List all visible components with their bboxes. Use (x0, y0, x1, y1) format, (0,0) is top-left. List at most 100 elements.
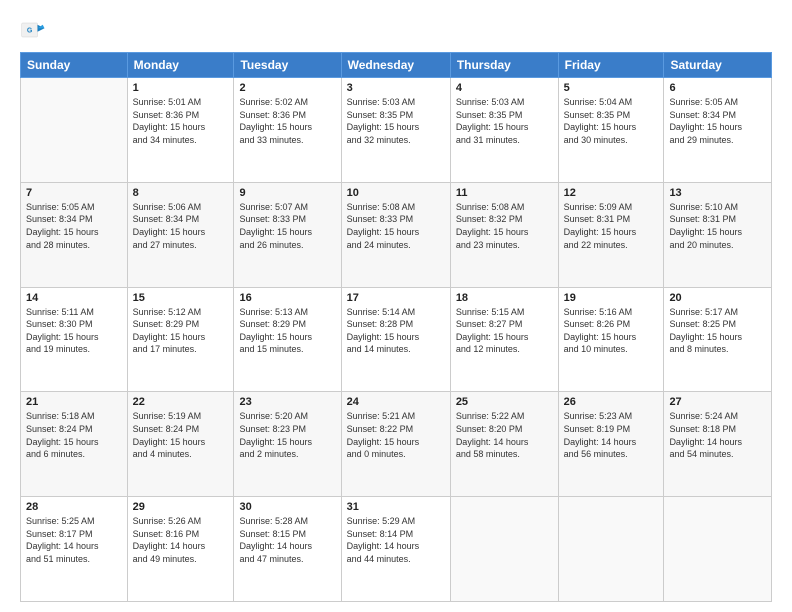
day-cell: 26Sunrise: 5:23 AMSunset: 8:19 PMDayligh… (558, 392, 664, 497)
weekday-header-tuesday: Tuesday (234, 53, 341, 78)
day-info: Sunrise: 5:25 AMSunset: 8:17 PMDaylight:… (26, 515, 122, 565)
day-number: 4 (456, 82, 553, 94)
day-number: 2 (239, 82, 335, 94)
day-info: Sunrise: 5:15 AMSunset: 8:27 PMDaylight:… (456, 306, 553, 356)
day-info: Sunrise: 5:07 AMSunset: 8:33 PMDaylight:… (239, 201, 335, 251)
weekday-header-saturday: Saturday (664, 53, 772, 78)
day-cell: 11 Sunrise: 5:08 AMSunset: 8:32 PMDayligh… (450, 182, 558, 287)
day-info: Sunrise: 5:05 AMSunset: 8:34 PMDaylight:… (26, 201, 122, 251)
weekday-header-monday: Monday (127, 53, 234, 78)
day-cell: 15Sunrise: 5:12 AMSunset: 8:29 PMDayligh… (127, 287, 234, 392)
day-cell: 25Sunrise: 5:22 AMSunset: 8:20 PMDayligh… (450, 392, 558, 497)
day-number: 1 (133, 82, 229, 94)
day-info: Sunrise: 5:08 AMSunset: 8:33 PMDaylight:… (347, 201, 445, 251)
day-cell: 6 Sunrise: 5:05 AMSunset: 8:34 PMDaylight… (664, 78, 772, 183)
day-cell: 24 Sunrise: 5:21 AMSunset: 8:22 PMDayligh… (341, 392, 450, 497)
calendar-header: SundayMondayTuesdayWednesdayThursdayFrid… (21, 53, 772, 78)
week-row-3: 14 Sunrise: 5:11 AMSunset: 8:30 PMDayligh… (21, 287, 772, 392)
day-cell: 16 Sunrise: 5:13 AMSunset: 8:29 PMDayligh… (234, 287, 341, 392)
day-cell: 28 Sunrise: 5:25 AMSunset: 8:17 PMDayligh… (21, 497, 128, 602)
day-number: 14 (26, 292, 122, 304)
day-cell (664, 497, 772, 602)
day-cell: 23Sunrise: 5:20 AMSunset: 8:23 PMDayligh… (234, 392, 341, 497)
day-cell (21, 78, 128, 183)
day-info: Sunrise: 5:18 AMSunset: 8:24 PMDaylight:… (26, 410, 122, 460)
week-row-1: 1 Sunrise: 5:01 AMSunset: 8:36 PMDaylight… (21, 78, 772, 183)
day-cell (558, 497, 664, 602)
day-cell (450, 497, 558, 602)
day-cell: 10 Sunrise: 5:08 AMSunset: 8:33 PMDayligh… (341, 182, 450, 287)
day-info: Sunrise: 5:17 AMSunset: 8:25 PMDaylight:… (669, 306, 766, 356)
day-cell: 20 Sunrise: 5:17 AMSunset: 8:25 PMDayligh… (664, 287, 772, 392)
day-cell: 8Sunrise: 5:06 AMSunset: 8:34 PMDaylight… (127, 182, 234, 287)
day-info: Sunrise: 5:26 AMSunset: 8:16 PMDaylight:… (133, 515, 229, 565)
day-number: 10 (347, 187, 445, 199)
day-number: 21 (26, 396, 122, 408)
day-number: 12 (564, 187, 659, 199)
day-info: Sunrise: 5:12 AMSunset: 8:29 PMDaylight:… (133, 306, 229, 356)
day-number: 11 (456, 187, 553, 199)
weekday-header-friday: Friday (558, 53, 664, 78)
day-number: 16 (239, 292, 335, 304)
day-number: 17 (347, 292, 445, 304)
weekday-header-wednesday: Wednesday (341, 53, 450, 78)
day-cell: 21 Sunrise: 5:18 AMSunset: 8:24 PMDayligh… (21, 392, 128, 497)
day-number: 30 (239, 501, 335, 513)
day-cell: 12 Sunrise: 5:09 AMSunset: 8:31 PMDayligh… (558, 182, 664, 287)
day-info: Sunrise: 5:01 AMSunset: 8:36 PMDaylight:… (133, 96, 229, 146)
day-number: 6 (669, 82, 766, 94)
day-info: Sunrise: 5:11 AMSunset: 8:30 PMDaylight:… (26, 306, 122, 356)
day-info: Sunrise: 5:19 AMSunset: 8:24 PMDaylight:… (133, 410, 229, 460)
day-number: 13 (669, 187, 766, 199)
week-row-5: 28 Sunrise: 5:25 AMSunset: 8:17 PMDayligh… (21, 497, 772, 602)
day-number: 19 (564, 292, 659, 304)
day-info: Sunrise: 5:04 AMSunset: 8:35 PMDaylight:… (564, 96, 659, 146)
day-number: 29 (133, 501, 229, 513)
day-cell: 3 Sunrise: 5:03 AMSunset: 8:35 PMDaylight… (341, 78, 450, 183)
day-number: 24 (347, 396, 445, 408)
week-row-2: 7 Sunrise: 5:05 AMSunset: 8:34 PMDaylight… (21, 182, 772, 287)
weekday-row: SundayMondayTuesdayWednesdayThursdayFrid… (21, 53, 772, 78)
day-cell: 9 Sunrise: 5:07 AMSunset: 8:33 PMDaylight… (234, 182, 341, 287)
day-info: Sunrise: 5:03 AMSunset: 8:35 PMDaylight:… (347, 96, 445, 146)
weekday-header-thursday: Thursday (450, 53, 558, 78)
week-row-4: 21 Sunrise: 5:18 AMSunset: 8:24 PMDayligh… (21, 392, 772, 497)
day-info: Sunrise: 5:13 AMSunset: 8:29 PMDaylight:… (239, 306, 335, 356)
day-info: Sunrise: 5:21 AMSunset: 8:22 PMDaylight:… (347, 410, 445, 460)
day-info: Sunrise: 5:09 AMSunset: 8:31 PMDaylight:… (564, 201, 659, 251)
day-number: 20 (669, 292, 766, 304)
day-cell: 17Sunrise: 5:14 AMSunset: 8:28 PMDayligh… (341, 287, 450, 392)
day-info: Sunrise: 5:10 AMSunset: 8:31 PMDaylight:… (669, 201, 766, 251)
day-cell: 19Sunrise: 5:16 AMSunset: 8:26 PMDayligh… (558, 287, 664, 392)
day-number: 9 (239, 187, 335, 199)
day-info: Sunrise: 5:05 AMSunset: 8:34 PMDaylight:… (669, 96, 766, 146)
day-number: 23 (239, 396, 335, 408)
day-cell: 29 Sunrise: 5:26 AMSunset: 8:16 PMDayligh… (127, 497, 234, 602)
header: G (20, 16, 772, 44)
day-cell: 7 Sunrise: 5:05 AMSunset: 8:34 PMDaylight… (21, 182, 128, 287)
day-cell: 13 Sunrise: 5:10 AMSunset: 8:31 PMDayligh… (664, 182, 772, 287)
day-number: 3 (347, 82, 445, 94)
day-info: Sunrise: 5:22 AMSunset: 8:20 PMDaylight:… (456, 410, 553, 460)
day-info: Sunrise: 5:08 AMSunset: 8:32 PMDaylight:… (456, 201, 553, 251)
day-cell: 1 Sunrise: 5:01 AMSunset: 8:36 PMDaylight… (127, 78, 234, 183)
logo: G (20, 16, 52, 44)
day-number: 5 (564, 82, 659, 94)
calendar-table: SundayMondayTuesdayWednesdayThursdayFrid… (20, 52, 772, 602)
day-cell: 31Sunrise: 5:29 AMSunset: 8:14 PMDayligh… (341, 497, 450, 602)
day-cell: 2Sunrise: 5:02 AMSunset: 8:36 PMDaylight… (234, 78, 341, 183)
day-info: Sunrise: 5:28 AMSunset: 8:15 PMDaylight:… (239, 515, 335, 565)
weekday-header-sunday: Sunday (21, 53, 128, 78)
logo-icon: G (20, 16, 48, 44)
day-info: Sunrise: 5:23 AMSunset: 8:19 PMDaylight:… (564, 410, 659, 460)
day-info: Sunrise: 5:29 AMSunset: 8:14 PMDaylight:… (347, 515, 445, 565)
day-number: 8 (133, 187, 229, 199)
day-cell: 30 Sunrise: 5:28 AMSunset: 8:15 PMDayligh… (234, 497, 341, 602)
day-info: Sunrise: 5:03 AMSunset: 8:35 PMDaylight:… (456, 96, 553, 146)
day-info: Sunrise: 5:24 AMSunset: 8:18 PMDaylight:… (669, 410, 766, 460)
day-cell: 5 Sunrise: 5:04 AMSunset: 8:35 PMDaylight… (558, 78, 664, 183)
day-cell: 27Sunrise: 5:24 AMSunset: 8:18 PMDayligh… (664, 392, 772, 497)
day-number: 7 (26, 187, 122, 199)
day-cell: 4 Sunrise: 5:03 AMSunset: 8:35 PMDaylight… (450, 78, 558, 183)
day-number: 28 (26, 501, 122, 513)
